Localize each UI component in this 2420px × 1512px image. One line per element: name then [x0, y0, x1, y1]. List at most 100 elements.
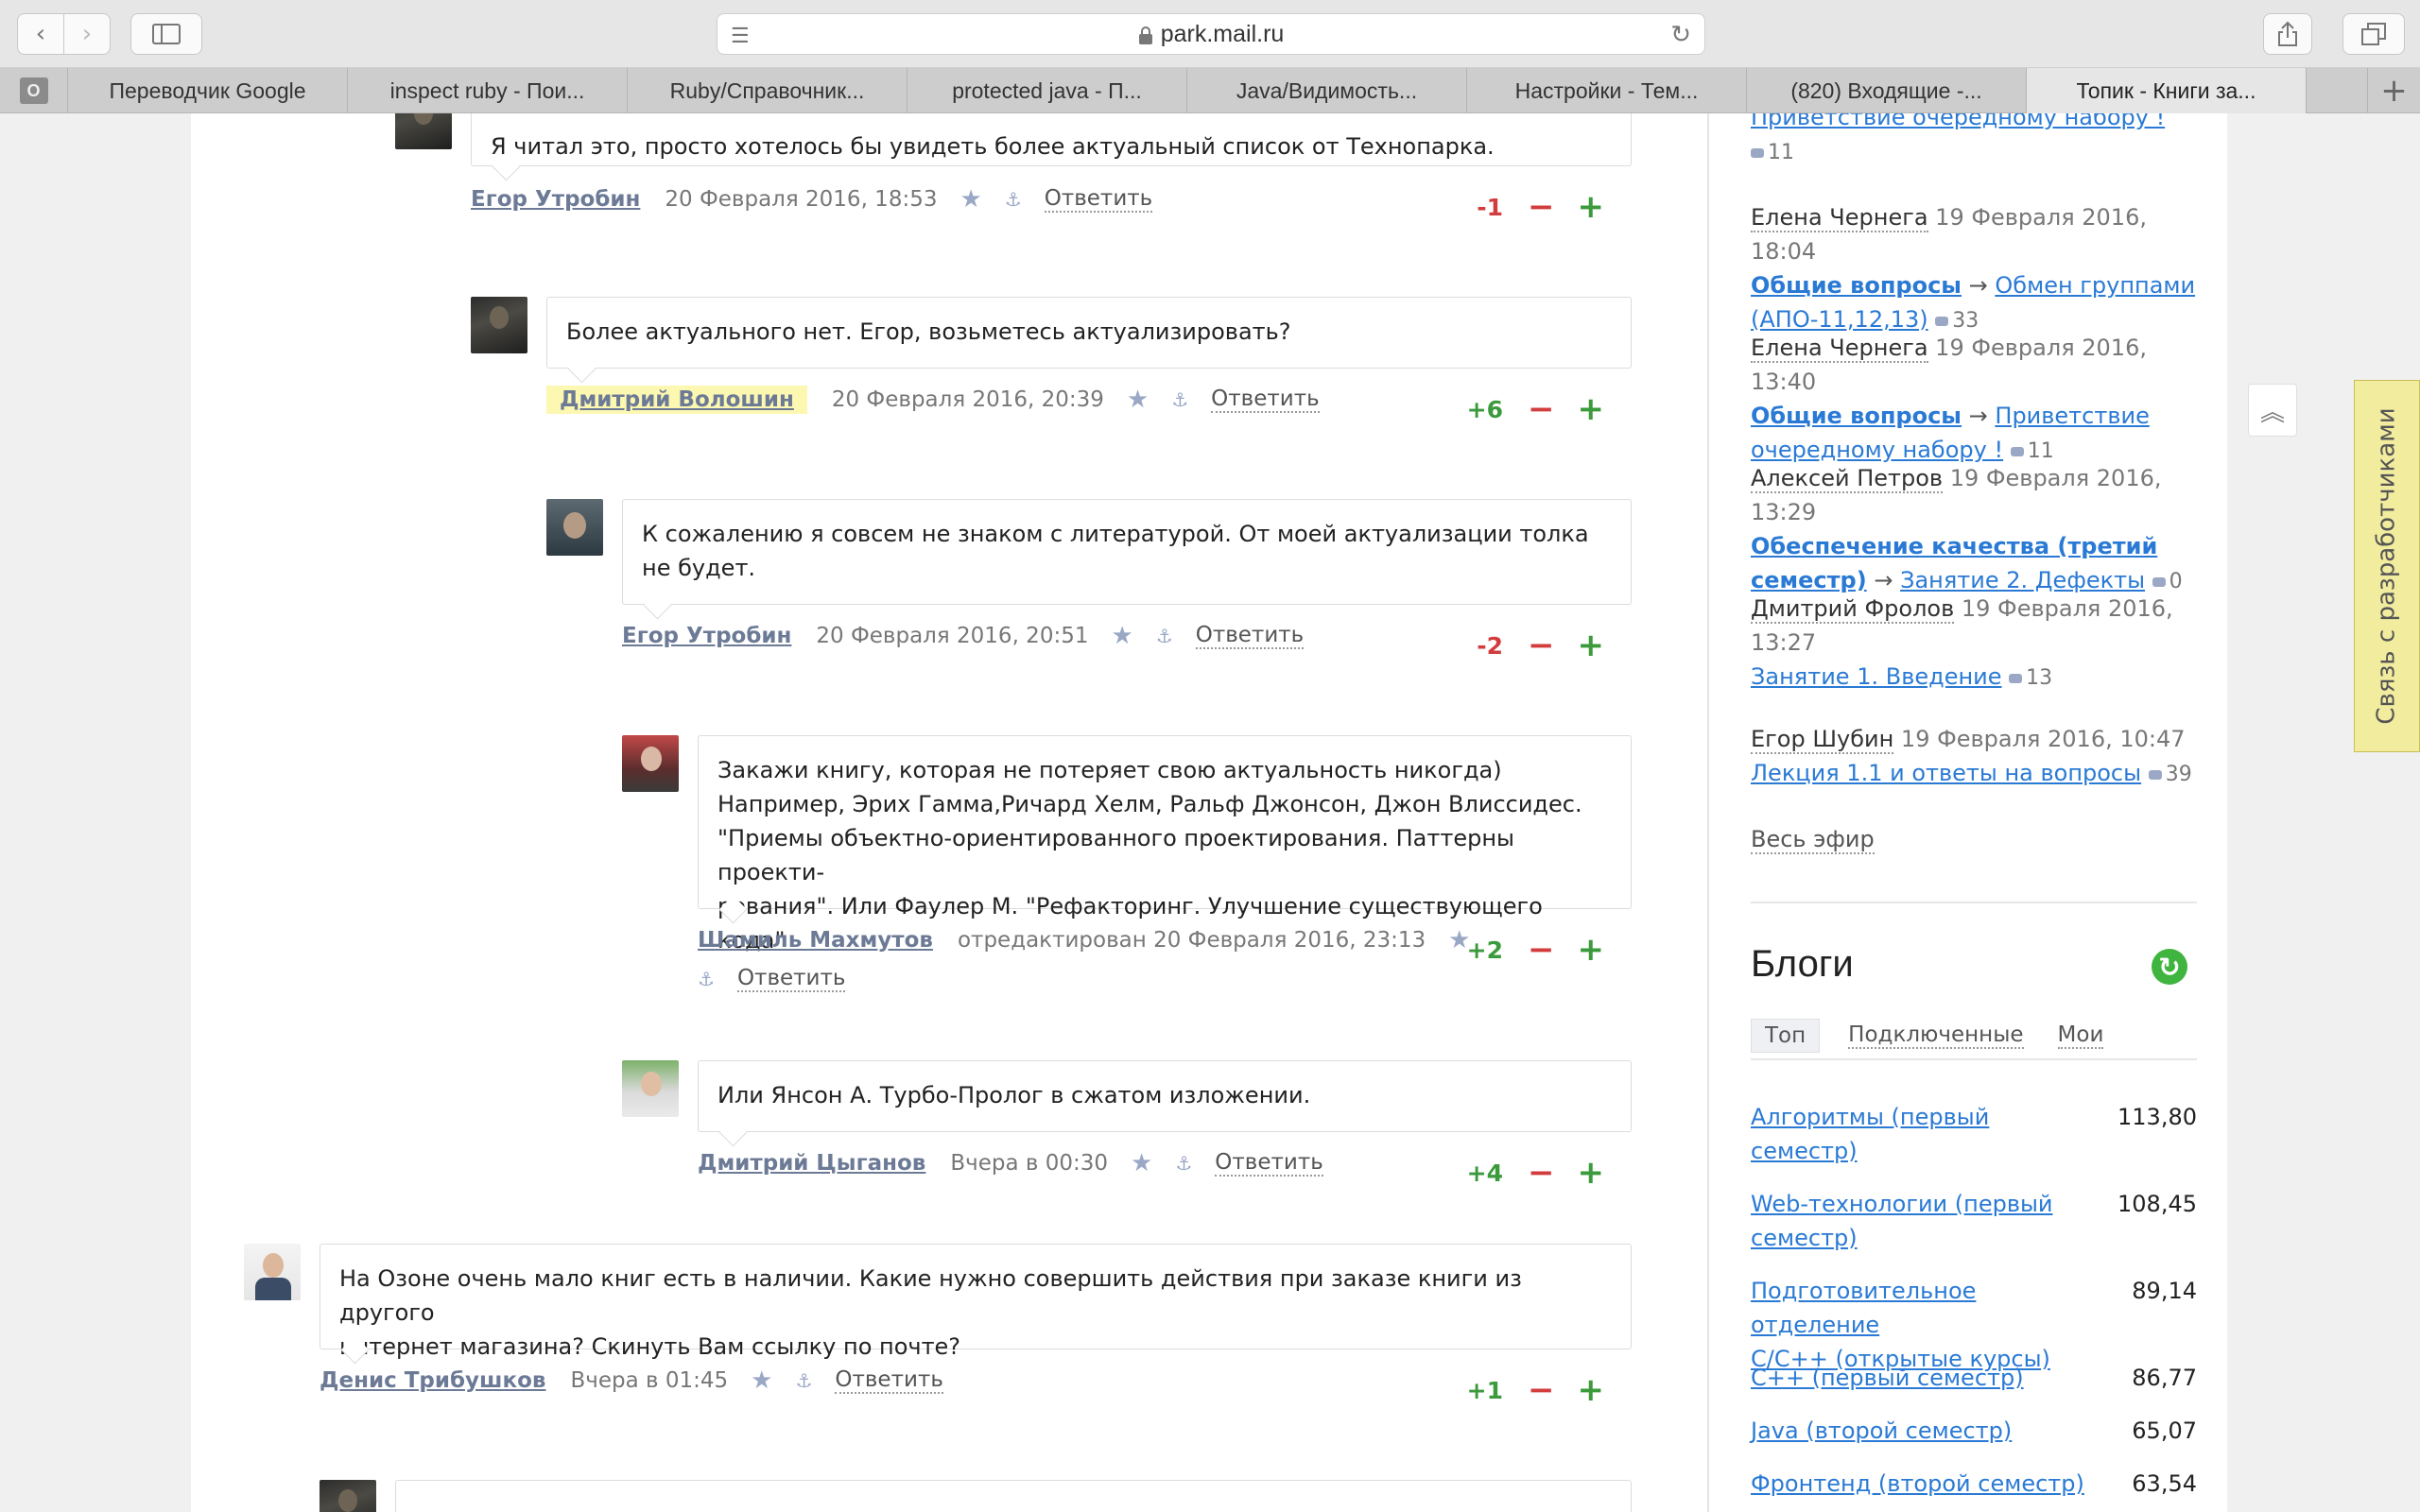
vote-up-button[interactable]: +: [1578, 629, 1605, 662]
anchor-link-icon[interactable]: ⚓: [795, 1369, 812, 1392]
address-bar[interactable]: ☰ park.mail.ru ↻: [717, 13, 1705, 55]
tab-protected-java[interactable]: protected java - П...: [908, 68, 1187, 113]
double-chevron-up-icon: ︽: [2259, 398, 2285, 427]
feed-topic-link[interactable]: Приветствие: [1995, 403, 2149, 429]
comment-text: Или Янсон А. Турбо-Пролог в сжатом излож…: [717, 1082, 1311, 1108]
feedback-button[interactable]: Связь с разработчиками: [2354, 380, 2420, 752]
vote-down-button[interactable]: −: [1528, 393, 1555, 425]
comment-author[interactable]: Шамиль Махмутов: [698, 928, 933, 953]
share-button[interactable]: [2263, 13, 2312, 55]
back-button[interactable]: ‹: [17, 13, 64, 55]
feed-user[interactable]: Дмитрий Фролов: [1751, 595, 1955, 624]
avatar[interactable]: [622, 1060, 679, 1117]
tab-inspect-ruby[interactable]: inspect ruby - Пои...: [348, 68, 628, 113]
reply-link[interactable]: Ответить: [1211, 387, 1320, 413]
comment-meta: Дмитрий Волошин 20 Февраля 2016, 20:39 ★…: [546, 386, 1320, 414]
comment-author[interactable]: Денис Трибушков: [320, 1368, 545, 1393]
favorite-star-icon[interactable]: ★: [1131, 1149, 1152, 1177]
favorite-star-icon[interactable]: ★: [959, 185, 981, 214]
forward-button[interactable]: ›: [63, 13, 111, 55]
comment-count: 13: [2009, 666, 2052, 690]
comment-author[interactable]: Егор Утробин: [471, 187, 640, 212]
all-feed-link-wrap: Весь эфир: [1751, 822, 1875, 856]
reply-link[interactable]: Ответить: [1215, 1150, 1323, 1177]
new-tab-button[interactable]: +: [2367, 68, 2420, 113]
avatar[interactable]: [622, 735, 679, 792]
vote-up-button[interactable]: +: [1578, 1374, 1605, 1406]
feed-user[interactable]: Елена Чернега: [1751, 204, 1928, 232]
feed-category-link[interactable]: Общие вопросы: [1751, 272, 1962, 299]
vote-up-button[interactable]: +: [1578, 191, 1605, 223]
vote-down-button[interactable]: −: [1528, 629, 1555, 662]
sidebar-toggle-button[interactable]: [130, 13, 202, 55]
show-tabs-button[interactable]: [2342, 13, 2405, 55]
anchor-link-icon[interactable]: ⚓: [698, 968, 715, 990]
avatar[interactable]: [395, 113, 452, 149]
comment-count-value: 39: [2165, 763, 2192, 786]
feed-topic-link-cont[interactable]: (АПО-11,12,13): [1751, 306, 1928, 333]
vote-up-button[interactable]: +: [1578, 934, 1605, 966]
blog-link[interactable]: Фронтенд (второй семестр): [1751, 1467, 2100, 1501]
feed-user[interactable]: Егор Шубин: [1751, 726, 1894, 754]
blog-link[interactable]: Java (второй семестр): [1751, 1414, 2100, 1448]
blog-link[interactable]: C++ (первый семестр): [1751, 1361, 2100, 1395]
vote-down-button[interactable]: −: [1528, 191, 1555, 223]
vote-up-button[interactable]: +: [1578, 1157, 1605, 1189]
blog-name-line: семестр): [1751, 1225, 1858, 1251]
reply-link[interactable]: Ответить: [835, 1367, 943, 1394]
avatar[interactable]: [244, 1244, 301, 1300]
favorite-star-icon[interactable]: ★: [751, 1366, 772, 1395]
comment-score: -1: [1477, 193, 1503, 221]
reader-icon[interactable]: ☰: [731, 24, 750, 48]
comment-author[interactable]: Дмитрий Цыганов: [698, 1151, 925, 1176]
reply-link[interactable]: Ответить: [1044, 186, 1153, 213]
reload-icon[interactable]: ↻: [1670, 20, 1691, 49]
tab-java-visibility[interactable]: Java/Видимость...: [1187, 68, 1467, 113]
avatar[interactable]: [471, 297, 527, 353]
anchor-link-icon[interactable]: ⚓: [1175, 1152, 1192, 1175]
feed-topic-link[interactable]: Приветствие очередному набору !: [1751, 113, 2165, 130]
anchor-link-icon[interactable]: ⚓: [1171, 388, 1188, 411]
vote-down-button[interactable]: −: [1528, 1157, 1555, 1189]
reply-link[interactable]: Ответить: [1195, 623, 1305, 649]
tab-top[interactable]: Топ: [1751, 1019, 1821, 1053]
all-feed-link[interactable]: Весь эфир: [1751, 826, 1875, 854]
feed-topic-link[interactable]: Обмен группами: [1995, 272, 2195, 299]
comment-count: 39: [2148, 763, 2192, 786]
feed-topic-link[interactable]: Занятие 2. Дефекты: [1900, 567, 2145, 593]
feed-category-link[interactable]: Обеспечение качества (третий: [1751, 533, 2157, 559]
feed-user[interactable]: Алексей Петров: [1751, 465, 1944, 493]
feed-topic-link[interactable]: Занятие 1. Введение: [1751, 663, 2002, 690]
tab-inbox[interactable]: (820) Входящие -...: [1747, 68, 2027, 113]
avatar[interactable]: [546, 499, 603, 556]
vote-down-button[interactable]: −: [1528, 1374, 1555, 1406]
comment-count-value: 13: [2026, 666, 2053, 690]
tab-mine[interactable]: Мои: [2057, 1022, 2104, 1049]
pinned-tab[interactable]: O: [0, 68, 68, 113]
blog-link[interactable]: Web-технологии (первый семестр): [1751, 1187, 2100, 1255]
comment-count-value: 33: [1952, 309, 1979, 333]
tab-ruby-reference[interactable]: Ruby/Справочник...: [628, 68, 908, 113]
feed-category-link-cont[interactable]: семестр): [1751, 567, 1867, 593]
tab-subscribed[interactable]: Подключенные: [1848, 1022, 2024, 1049]
anchor-link-icon[interactable]: ⚓: [1005, 188, 1022, 211]
avatar[interactable]: [320, 1480, 376, 1512]
tab-topic-books[interactable]: Топик - Книги за...: [2027, 68, 2307, 113]
tab-google-translate[interactable]: Переводчик Google: [68, 68, 348, 113]
comment-author[interactable]: Дмитрий Волошин: [546, 386, 807, 414]
refresh-icon[interactable]: ↻: [2152, 949, 2187, 985]
anchor-link-icon[interactable]: ⚓: [1156, 625, 1173, 647]
favorite-star-icon[interactable]: ★: [1111, 622, 1132, 650]
reply-link[interactable]: Ответить: [736, 966, 846, 992]
vote-up-button[interactable]: +: [1578, 393, 1605, 425]
feed-topic-link-cont[interactable]: очередному набору !: [1751, 437, 2003, 463]
comment-author[interactable]: Егор Утробин: [622, 624, 791, 648]
feed-category-link[interactable]: Общие вопросы: [1751, 403, 1962, 429]
vote-down-button[interactable]: −: [1528, 934, 1555, 966]
blog-link[interactable]: Алгоритмы (первый семестр): [1751, 1100, 2100, 1168]
favorite-star-icon[interactable]: ★: [1127, 386, 1149, 414]
scroll-to-top-button[interactable]: ︽: [2248, 384, 2297, 437]
tab-settings[interactable]: Настройки - Тем...: [1467, 68, 1747, 113]
feed-topic-link[interactable]: Лекция 1.1 и ответы на вопросы: [1751, 760, 2141, 786]
feed-user[interactable]: Елена Чернега: [1751, 335, 1928, 363]
